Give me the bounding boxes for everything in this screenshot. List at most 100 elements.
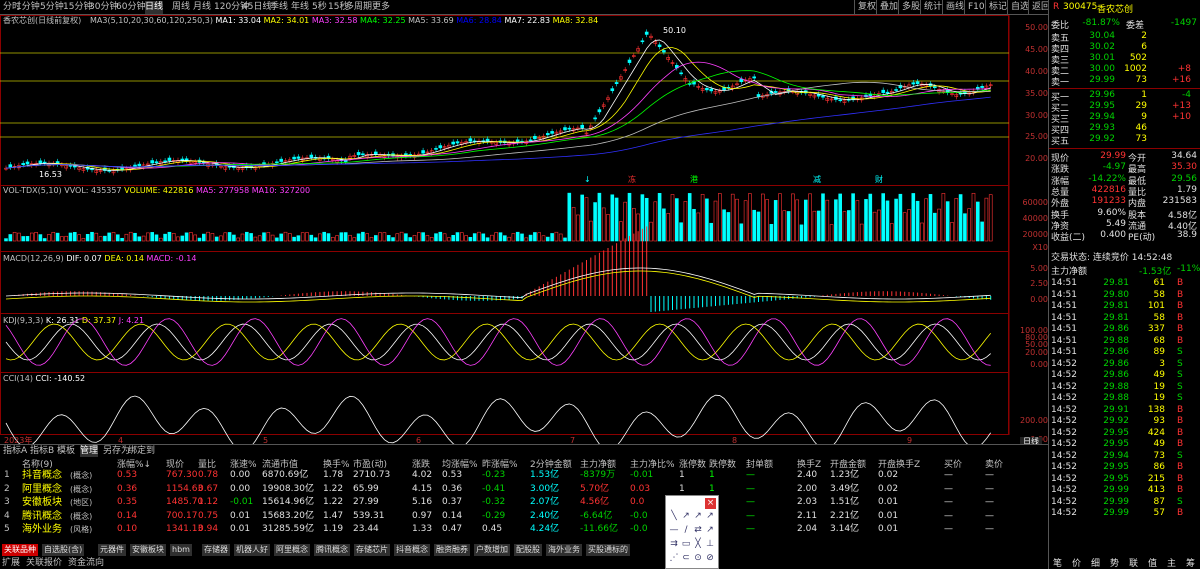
draw-tool-icon[interactable]: ⊘ <box>705 553 715 563</box>
event-marker[interactable]: 减 <box>813 175 821 185</box>
volume-bar <box>614 197 619 242</box>
volume-bar <box>408 237 413 242</box>
period-13[interactable]: 5秒 <box>312 1 327 14</box>
nav-tab-9[interactable]: 存储芯片 <box>354 544 391 556</box>
event-marker[interactable]: ↓ <box>584 175 591 185</box>
nav-tab-4[interactable]: hbm <box>170 544 193 556</box>
period-10[interactable]: 45日线 <box>242 1 271 14</box>
period-2[interactable]: 5分钟 <box>40 1 64 14</box>
period-6[interactable]: 日线 <box>145 1 164 14</box>
volume-bar <box>146 232 150 242</box>
period-4[interactable]: 30分钟 <box>89 1 118 14</box>
volume-bar <box>116 234 120 242</box>
draw-tool-icon[interactable]: ▭ <box>681 539 691 549</box>
volume-bar <box>128 231 133 242</box>
draw-tool-icon[interactable]: ╳ <box>693 539 703 549</box>
status-1[interactable]: 关联报价 <box>26 557 62 569</box>
panel-tab-5[interactable]: 值 <box>1148 556 1157 569</box>
volume-bar <box>98 236 103 242</box>
panel-tab-2[interactable]: 细 <box>1091 556 1100 569</box>
panel-tab-6[interactable]: 主 <box>1167 556 1176 569</box>
tick-vol: 86 <box>1153 462 1165 472</box>
draw-tool-icon[interactable]: ⊂ <box>681 553 691 563</box>
nav-tab-13[interactable]: 配股股 <box>514 544 543 556</box>
draw-tool-icon[interactable]: ⊙ <box>693 553 703 563</box>
table-row[interactable]: 4 腾讯概念 (概念) 0.14 700.17 0.75 0.01 15683.20亿 1.47… <box>0 510 1048 523</box>
draw-tool-icon[interactable]: ⇉ <box>669 539 679 549</box>
nav-tab-0[interactable]: 关联品种 <box>2 544 39 556</box>
nav-tab-12[interactable]: 户数增加 <box>474 544 511 556</box>
table-row[interactable]: 1 抖音概念 (概念) 0.53 767.30 0.78 0.00 6870.69亿 1.78 2… <box>0 469 1048 482</box>
period-8[interactable]: 月线 <box>193 1 211 14</box>
draw-tool-icon[interactable]: ↗ <box>693 511 703 521</box>
nav-tab-6[interactable]: 机器人好 <box>234 544 271 556</box>
nav-tab-3[interactable]: 安徽板块 <box>130 544 167 556</box>
chart-canvas[interactable] <box>0 15 1048 462</box>
table-cell: 0.01 <box>878 524 899 534</box>
draw-tool-icon[interactable]: / <box>681 525 691 535</box>
event-marker[interactable]: 财 <box>875 175 883 185</box>
draw-tool-icon[interactable]: ⋰ <box>669 553 679 563</box>
table-cell: 0.97 <box>412 510 433 521</box>
table-cell: — <box>985 524 994 534</box>
volume-bar <box>197 237 202 242</box>
drawing-tools-popup[interactable]: × ╲ ↗ ↗ ↗ — / ⇄ ↗ ⇉ ▭ ╳ ⊥ ⋰ ⊂ ⊙ ⊘ <box>665 495 719 569</box>
vol-legend: VOL-TDX(5,10) VVOL: 435357 VOLUME: 42281… <box>3 186 310 196</box>
volume-bar <box>722 209 726 242</box>
event-marker[interactable]: 港 <box>690 175 698 185</box>
volume-bar <box>223 232 228 242</box>
period-15[interactable]: 多周期 <box>345 1 372 14</box>
table-row[interactable]: 2 阿里概念 (概念) 0.36 1154.63 0.67 0.00 19908.30亿 1.2… <box>0 483 1048 496</box>
volume-bar <box>859 223 864 242</box>
draw-tool-icon[interactable]: ↗ <box>705 511 715 521</box>
period-7[interactable]: 周线 <box>172 1 190 14</box>
volume-bar <box>674 198 679 242</box>
volume-bar <box>563 237 567 242</box>
panel-tab-3[interactable]: 势 <box>1110 556 1119 569</box>
status-2[interactable]: 资金流向 <box>68 557 104 569</box>
stat-value: 38.9 <box>1176 230 1197 241</box>
kline-chart-area[interactable]: 香农芯创(日线前复权) MA3(5,10,20,30,60,120,250,3)… <box>0 15 1048 462</box>
period-1[interactable]: 1分钟 <box>16 1 40 14</box>
panel-tab-1[interactable]: 价 <box>1072 556 1081 569</box>
volume-bar <box>545 236 550 242</box>
table-cell: 0.10 <box>117 524 138 534</box>
table-row[interactable]: 3 安徽板块 (地区) 0.35 1485.70 1.12 -0.01 15614.96亿 1.… <box>0 496 1048 509</box>
tick-time: 14:51 <box>1051 324 1077 334</box>
draw-tool-icon[interactable]: ↗ <box>705 525 715 535</box>
volume-bar <box>378 232 382 242</box>
nav-tab-5[interactable]: 存储器 <box>202 544 231 556</box>
volume-bar <box>984 197 989 242</box>
period-12[interactable]: 年线 <box>291 1 309 14</box>
draw-tool-icon[interactable]: ╲ <box>669 511 679 521</box>
status-0[interactable]: 扩展 <box>2 557 20 569</box>
panel-tab-4[interactable]: 联 <box>1129 556 1138 569</box>
event-marker[interactable]: 冻 <box>628 175 636 185</box>
nav-tab-2[interactable]: 元器件 <box>98 544 127 556</box>
volume-bar <box>507 236 511 242</box>
draw-tool-icon[interactable]: ⊥ <box>705 539 715 549</box>
table-cell: 1.22 <box>323 483 344 494</box>
period-11[interactable]: 季线 <box>270 1 288 14</box>
draw-tool-icon[interactable]: — <box>669 525 679 535</box>
tick-vol: 49 <box>1153 370 1165 380</box>
panel-tab-0[interactable]: 笔 <box>1053 556 1062 569</box>
draw-tool-icon[interactable]: ↗ <box>681 511 691 521</box>
nav-tab-10[interactable]: 抖音概念 <box>394 544 431 556</box>
nav-tab-14[interactable]: 海外业务 <box>546 544 583 556</box>
table-row[interactable]: 5 海外业务 (风格) 0.10 1341.13 0.94 0.01 31285.59亿 1.1… <box>0 523 1048 536</box>
tick-price: 29.99 <box>1103 496 1129 507</box>
table-cell: 3 <box>4 497 10 507</box>
nav-tab-1[interactable]: 自选股(含) <box>42 544 86 556</box>
candle <box>597 109 602 113</box>
close-icon[interactable]: × <box>705 498 716 509</box>
nav-tab-11[interactable]: 融资融券 <box>434 544 471 556</box>
volume-bar <box>279 233 284 242</box>
nav-tab-15[interactable]: 买股通标的 <box>586 544 631 556</box>
nav-tab-8[interactable]: 腾讯概念 <box>314 544 351 556</box>
period-5[interactable]: 60分钟 <box>116 1 145 14</box>
draw-tool-icon[interactable]: ⇄ <box>693 525 703 535</box>
nav-tab-7[interactable]: 阿里概念 <box>274 544 311 556</box>
period-16[interactable]: 更多 <box>372 1 390 14</box>
panel-tab-7[interactable]: 筹 <box>1186 556 1195 569</box>
